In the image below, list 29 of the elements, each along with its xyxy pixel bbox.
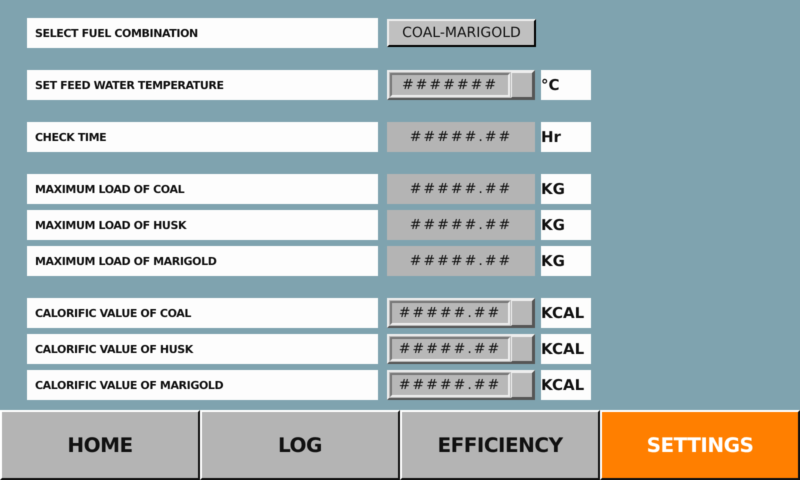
unit-label: KG	[541, 210, 591, 240]
field-label: MAXIMUM LOAD OF MARIGOLD	[27, 246, 378, 276]
field-label: SET FEED WATER TEMPERATURE	[27, 70, 378, 100]
unit-label: KCAL	[541, 370, 591, 400]
unit-label: KCAL	[541, 334, 591, 364]
unit-label: Hr	[541, 122, 591, 152]
value-display: #####.##	[387, 174, 535, 204]
nav-tab[interactable]: HOME	[0, 410, 200, 480]
field-label: CHECK TIME	[27, 122, 378, 152]
unit-label: KG	[541, 174, 591, 204]
value-input[interactable]: #######	[387, 70, 535, 100]
value-input[interactable]: #####.##	[387, 298, 535, 328]
value-input[interactable]: #####.##	[387, 370, 535, 400]
value-display: #####.##	[387, 122, 535, 152]
unit-label: KCAL	[541, 298, 591, 328]
value-display: #####.##	[387, 246, 535, 276]
field-label: MAXIMUM LOAD OF COAL	[27, 174, 378, 204]
field-label: SELECT FUEL COMBINATION	[27, 18, 378, 48]
value-display: #####.##	[387, 210, 535, 240]
unit-label: °C	[541, 70, 591, 100]
field-label: CALORIFIC VALUE OF COAL	[27, 298, 378, 328]
field-label: MAXIMUM LOAD OF HUSK	[27, 210, 378, 240]
fuel-select-button[interactable]: COAL-MARIGOLD	[387, 19, 536, 47]
value-input[interactable]: #####.##	[387, 334, 535, 364]
field-label: CALORIFIC VALUE OF MARIGOLD	[27, 370, 378, 400]
field-label: CALORIFIC VALUE OF HUSK	[27, 334, 378, 364]
unit-label: KG	[541, 246, 591, 276]
nav-tab[interactable]: EFFICIENCY	[400, 410, 600, 480]
nav-tab[interactable]: LOG	[200, 410, 400, 480]
